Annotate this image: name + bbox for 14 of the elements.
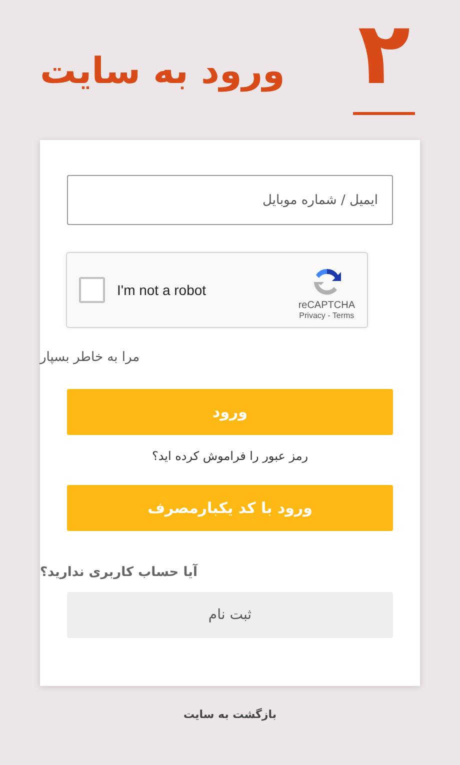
signup-question: آیا حساب کاربری ندارید؟	[40, 565, 198, 580]
captcha-widget[interactable]: I'm not a robot reCAPTCHA Privacy - Terms	[66, 252, 368, 328]
back-link[interactable]: بازگشت به سایت	[184, 708, 277, 721]
underline	[353, 112, 415, 115]
captcha-brand: reCAPTCHA	[298, 300, 355, 311]
privacy-terms-link[interactable]: Privacy - Terms	[299, 311, 354, 320]
checkbox[interactable]	[79, 277, 105, 303]
remember-me-label[interactable]: مرا به خاطر بسپار	[40, 350, 140, 365]
signup-button[interactable]: ثبت نام	[67, 592, 393, 638]
email-field[interactable]: ایمیل / شماره موبایل	[67, 175, 393, 225]
step-number: ۲	[358, 4, 410, 104]
captcha-label: I'm not a robot	[117, 282, 208, 298]
forgot-password-link[interactable]: رمز عبور را فراموش کرده اید؟	[152, 449, 308, 463]
page-title: ورود به سایت	[40, 50, 285, 94]
